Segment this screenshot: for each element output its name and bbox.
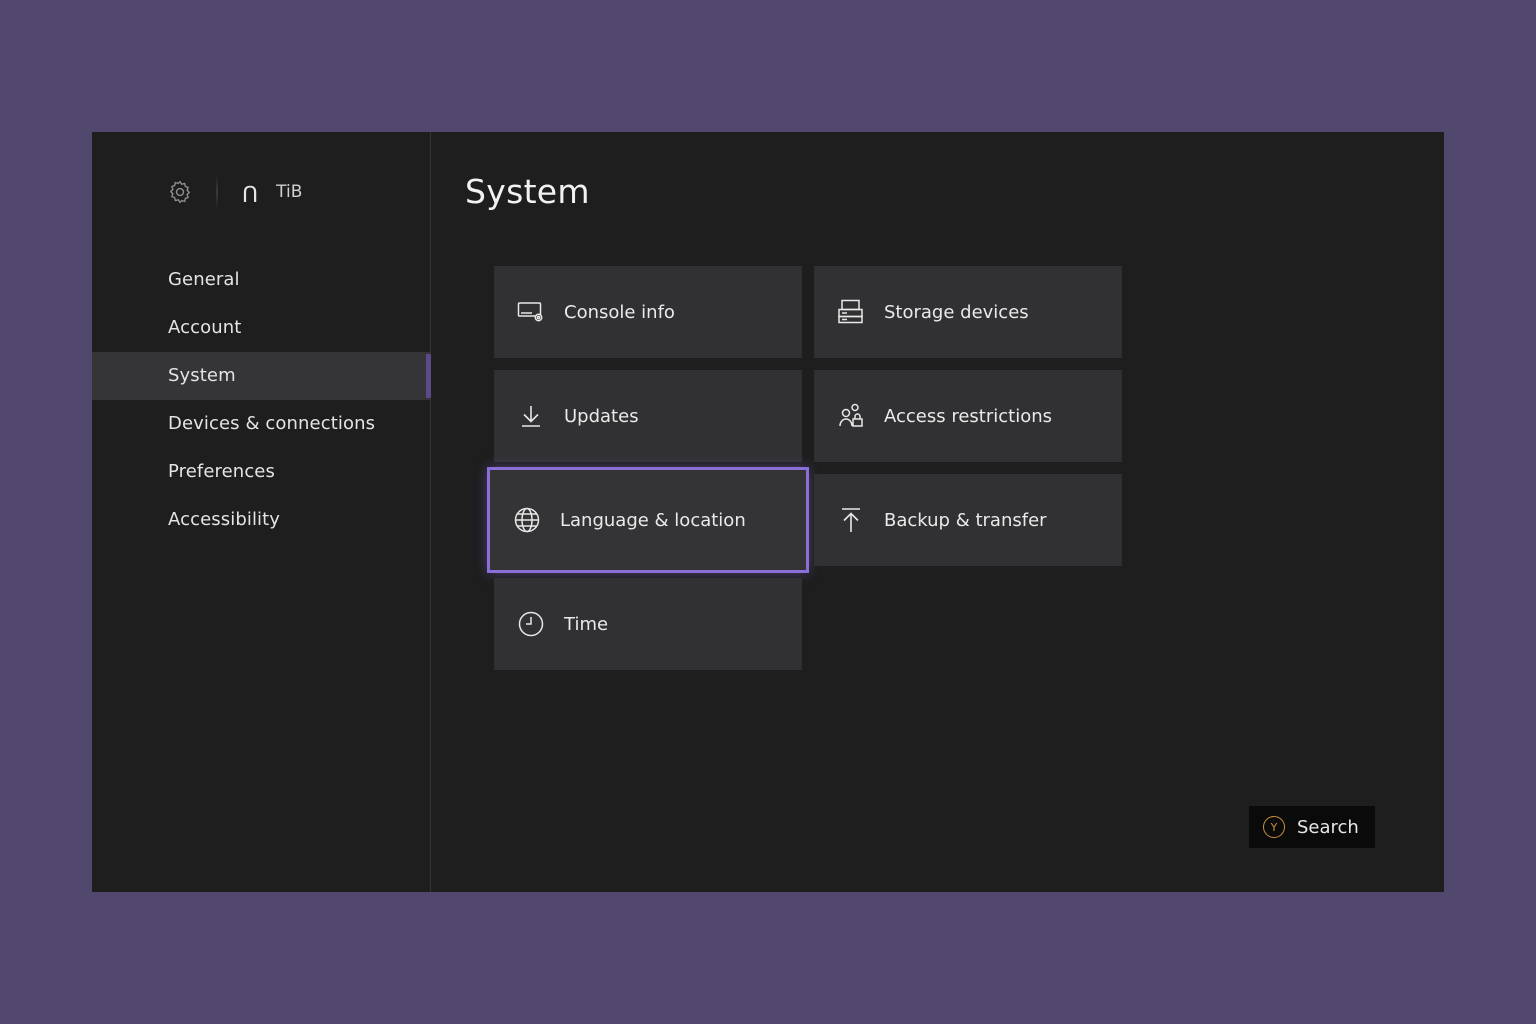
tile-label: Storage devices [884,301,1029,323]
tile-label: Access restrictions [884,405,1053,427]
tile-label: Console info [564,301,675,323]
tile-label: Language & location [560,509,746,531]
upload-icon [836,505,866,535]
y-button-icon: Y [1263,816,1285,838]
console-info-icon [516,297,546,327]
tile-console-info[interactable]: Console info [494,266,802,358]
sidebar-item-account[interactable]: Account [92,304,431,352]
search-label: Search [1297,816,1359,838]
system-panel: System Console info Storage devices Upda… [432,132,1444,892]
tile-time[interactable]: Time [494,578,802,670]
sidebar-item-system[interactable]: System [92,352,431,400]
sidebar-item-devices-connections[interactable]: Devices & connections [92,400,431,448]
gamertag[interactable]: TiB [276,182,302,202]
xbox-settings-screen: ꓵ TiB General Account System Devices & c… [92,132,1444,892]
storage-icon [836,297,866,327]
tile-label: Updates [564,405,639,427]
page-title: System [465,172,590,211]
tile-storage-devices[interactable]: Storage devices [814,266,1122,358]
settings-sidebar: ꓵ TiB General Account System Devices & c… [92,132,431,892]
header-divider [216,175,218,209]
gear-icon [166,178,194,206]
tile-language-location[interactable]: Language & location [487,467,809,573]
sidebar-header: ꓵ TiB [166,175,302,209]
tile-backup-transfer[interactable]: Backup & transfer [814,474,1122,566]
tile-updates[interactable]: Updates [494,370,802,462]
sidebar-item-accessibility[interactable]: Accessibility [92,496,431,544]
sidebar-item-general[interactable]: General [92,256,431,304]
tile-label: Backup & transfer [884,509,1047,531]
settings-nav: General Account System Devices & connect… [92,256,431,544]
gamerpic-icon[interactable]: ꓵ [242,183,258,208]
clock-icon [516,609,546,639]
sidebar-item-preferences[interactable]: Preferences [92,448,431,496]
globe-icon [512,505,542,535]
tile-access-restrictions[interactable]: Access restrictions [814,370,1122,462]
people-lock-icon [836,401,866,431]
search-button[interactable]: Y Search [1249,806,1375,848]
download-icon [516,401,546,431]
tile-label: Time [564,613,609,635]
